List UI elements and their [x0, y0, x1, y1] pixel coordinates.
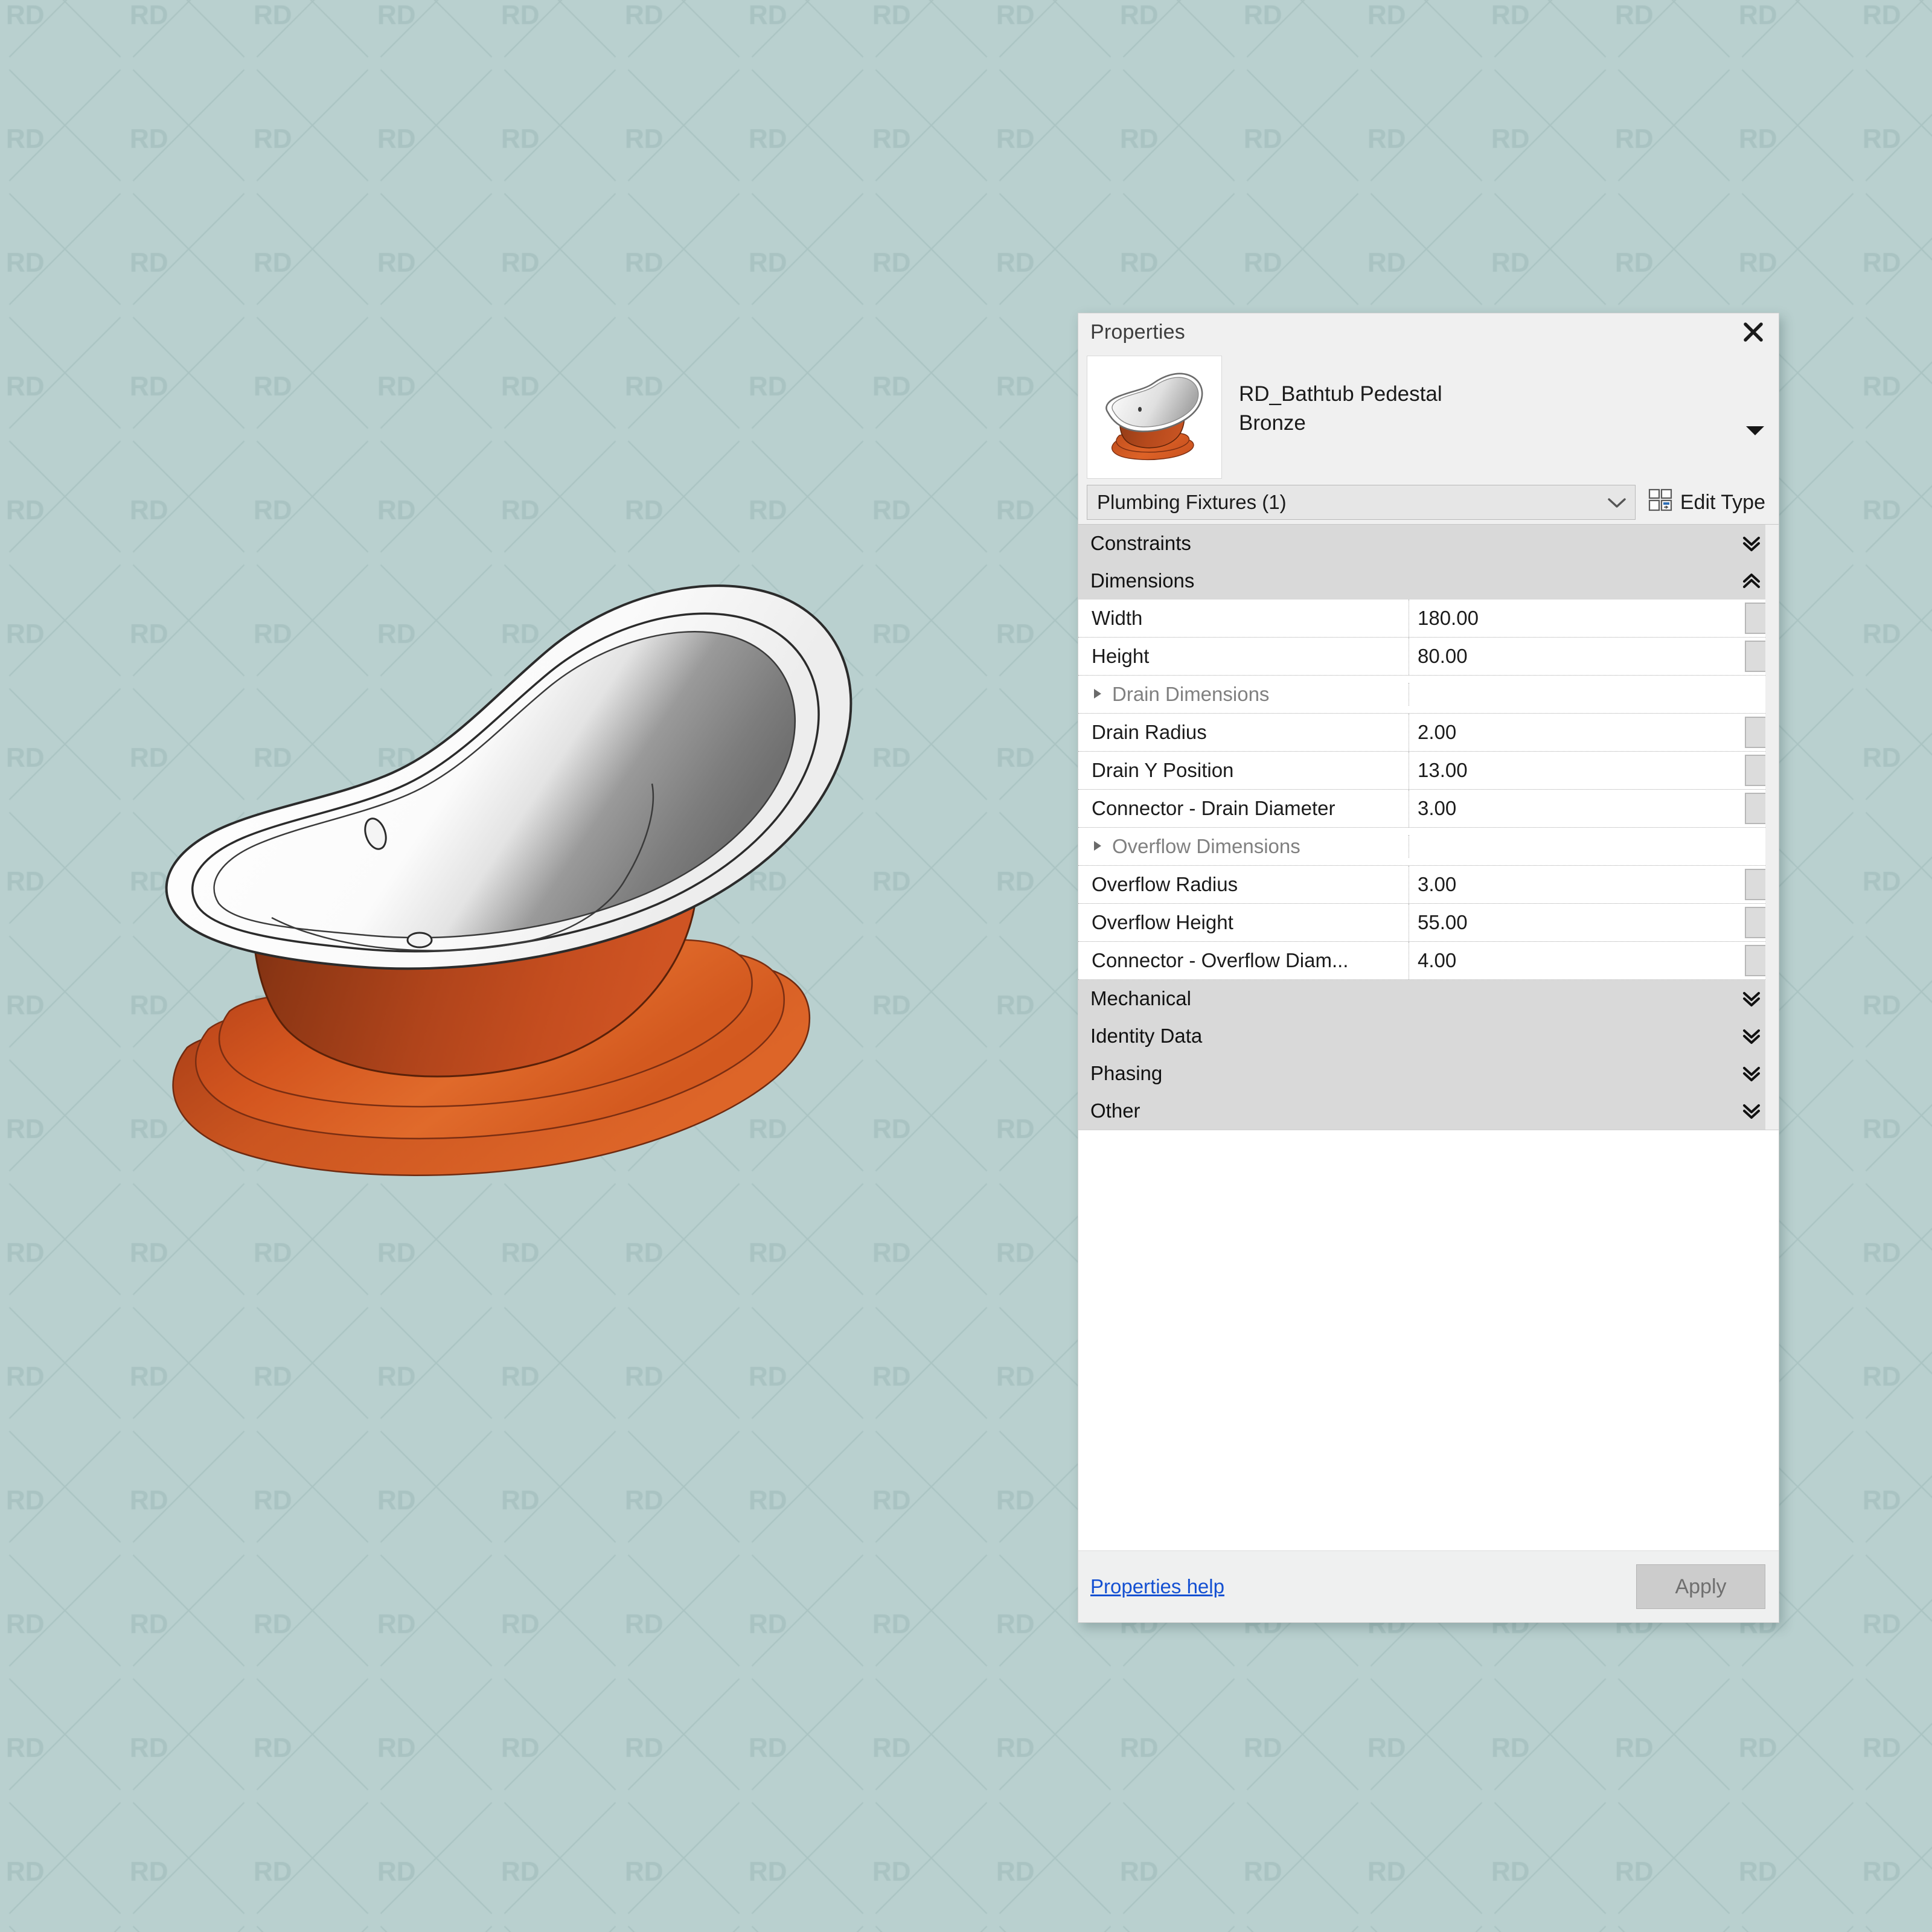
- triangle-down-icon[interactable]: [1745, 418, 1765, 435]
- parameter-name: Height: [1078, 638, 1409, 675]
- close-icon[interactable]: [1734, 315, 1773, 349]
- parameter-name: Connector - Drain Diameter: [1078, 790, 1409, 827]
- parameter-group-phasing[interactable]: Phasing: [1078, 1055, 1779, 1092]
- parameter-name: Overflow Radius: [1078, 866, 1409, 903]
- type-header: RD_Bathtub Pedestal Bronze: [1078, 351, 1779, 485]
- parameter-name: Overflow Height: [1078, 904, 1409, 941]
- chevron-double-down-icon[interactable]: [1741, 1101, 1762, 1121]
- parameter-row[interactable]: Overflow Height 55.00: [1078, 904, 1779, 942]
- chevron-double-down-icon[interactable]: [1741, 988, 1762, 1009]
- parameter-subgroup-label-cell[interactable]: Drain Dimensions: [1078, 683, 1409, 706]
- chevron-double-down-icon[interactable]: [1741, 1026, 1762, 1046]
- parameter-group-mechanical[interactable]: Mechanical: [1078, 980, 1779, 1017]
- chevron-down-icon: [1605, 495, 1629, 510]
- chevron-double-up-icon[interactable]: [1741, 571, 1762, 591]
- type-thumbnail: [1087, 356, 1222, 479]
- parameter-subgroup-label-cell[interactable]: Overflow Dimensions: [1078, 835, 1409, 858]
- parameter-row[interactable]: Connector - Drain Diameter 3.00: [1078, 790, 1779, 828]
- parameter-value-input[interactable]: 13.00: [1409, 752, 1745, 789]
- chevron-double-down-icon[interactable]: [1741, 533, 1762, 554]
- edit-type-icon: [1648, 487, 1673, 518]
- parameter-value-input[interactable]: 3.00: [1409, 790, 1745, 827]
- bathtub-3d-model[interactable]: [151, 543, 906, 1238]
- parameter-group-label: Other: [1090, 1099, 1140, 1122]
- parameter-row[interactable]: Connector - Overflow Diam... 4.00: [1078, 942, 1779, 980]
- parameter-group-label: Phasing: [1090, 1062, 1163, 1084]
- edit-type-button[interactable]: Edit Type: [1643, 487, 1770, 518]
- parameter-group-identity-data[interactable]: Identity Data: [1078, 1017, 1779, 1055]
- parameter-group-dimensions[interactable]: Dimensions: [1078, 562, 1779, 600]
- parameter-group-label: Mechanical: [1090, 987, 1191, 1009]
- apply-button[interactable]: Apply: [1636, 1564, 1765, 1609]
- type-name[interactable]: RD_Bathtub Pedestal Bronze: [1239, 356, 1770, 437]
- parameter-value-input[interactable]: 3.00: [1409, 866, 1745, 903]
- properties-titlebar: Properties: [1078, 313, 1779, 351]
- parameter-row[interactable]: Width 180.00: [1078, 600, 1779, 638]
- parameter-subgroup-row[interactable]: Overflow Dimensions: [1078, 828, 1779, 866]
- parameter-name: Drain Radius: [1078, 714, 1409, 751]
- type-variant-label: Bronze: [1239, 411, 1306, 435]
- parameter-value-input[interactable]: 4.00: [1409, 942, 1745, 979]
- parameter-value-input[interactable]: 80.00: [1409, 638, 1745, 675]
- category-selector[interactable]: Plumbing Fixtures (1): [1087, 485, 1636, 520]
- page-title: Properties: [1090, 320, 1185, 344]
- parameter-name: Connector - Overflow Diam...: [1078, 942, 1409, 979]
- parameter-group-label: Identity Data: [1090, 1025, 1203, 1047]
- parameter-row[interactable]: Overflow Radius 3.00: [1078, 866, 1779, 904]
- parameter-row[interactable]: Height 80.00: [1078, 638, 1779, 676]
- panel-empty-area: [1078, 1130, 1779, 1550]
- triangle-right-icon[interactable]: [1092, 835, 1104, 858]
- parameter-row[interactable]: Drain Y Position 13.00: [1078, 752, 1779, 790]
- parameter-group-label: Constraints: [1090, 532, 1191, 554]
- parameter-value-input[interactable]: 55.00: [1409, 904, 1745, 941]
- model-viewport[interactable]: [0, 0, 1087, 1932]
- parameter-subgroup-row[interactable]: Drain Dimensions: [1078, 676, 1779, 714]
- parameter-group-label: Dimensions: [1090, 569, 1195, 592]
- parameter-name: Width: [1078, 600, 1409, 637]
- type-family-label: RD_Bathtub Pedestal: [1239, 382, 1442, 406]
- drain-hole: [406, 932, 433, 948]
- parameter-value-input[interactable]: 180.00: [1409, 600, 1745, 637]
- parameter-group-constraints[interactable]: Constraints: [1078, 525, 1779, 562]
- parameter-table-scroll-track[interactable]: [1765, 525, 1779, 1130]
- properties-help-link[interactable]: Properties help: [1090, 1575, 1224, 1598]
- parameter-table[interactable]: Constraints Dimensions Width 180.00 Height 80…: [1078, 524, 1779, 1130]
- triangle-right-icon[interactable]: [1092, 683, 1104, 706]
- apply-button-label: Apply: [1675, 1575, 1727, 1598]
- edit-type-label: Edit Type: [1680, 490, 1765, 514]
- parameter-value-input[interactable]: 2.00: [1409, 714, 1745, 751]
- parameter-row[interactable]: Drain Radius 2.00: [1078, 714, 1779, 752]
- category-selector-value: Plumbing Fixtures (1): [1097, 491, 1287, 513]
- parameter-name: Drain Y Position: [1078, 752, 1409, 789]
- parameter-group-other[interactable]: Other: [1078, 1092, 1779, 1130]
- selector-row: Plumbing Fixtures (1) Edit Type: [1078, 485, 1779, 524]
- properties-palette[interactable]: Properties RD_Bathtub Pedestal Bronze Pl…: [1078, 313, 1779, 1623]
- chevron-double-down-icon[interactable]: [1741, 1063, 1762, 1084]
- properties-footer: Properties help Apply: [1078, 1550, 1779, 1622]
- parameter-subgroup-name: Drain Dimensions: [1112, 683, 1270, 705]
- parameter-subgroup-name: Overflow Dimensions: [1112, 835, 1300, 857]
